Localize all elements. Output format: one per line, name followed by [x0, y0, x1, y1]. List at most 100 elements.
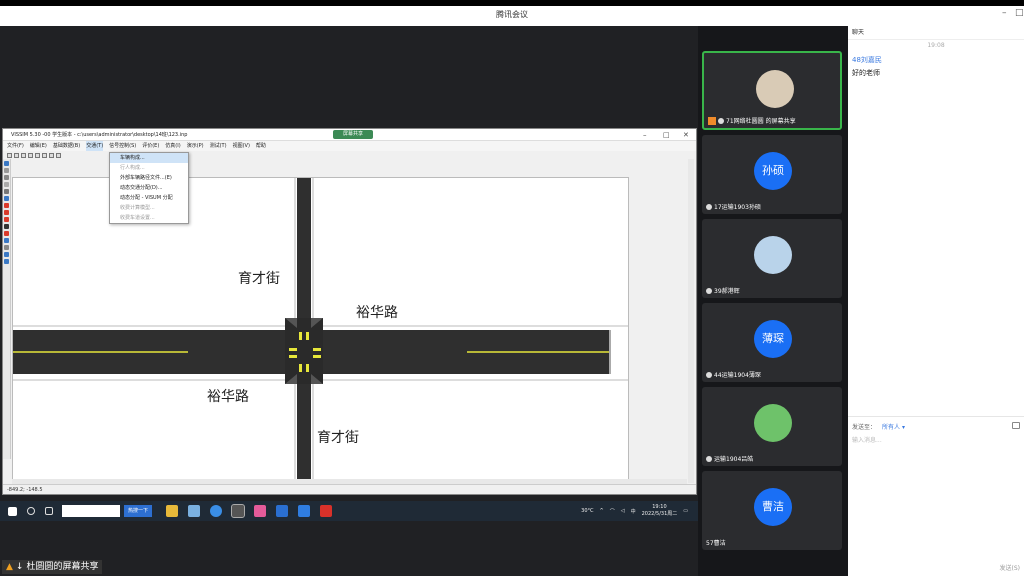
shared-screen-area: VISSIM 5.30 -00 学生版本 - c:\users\administ… [0, 26, 698, 576]
participant-name-row: 运输1904吕皓 [706, 454, 753, 463]
window-title: 腾讯会议 [496, 10, 528, 19]
menu-presentation[interactable]: 演示(P) [187, 141, 204, 151]
participant-tile[interactable]: 孙硕 17运输1903孙硕 [702, 135, 842, 214]
search-icon[interactable] [27, 507, 35, 515]
menu-item-toll-lane[interactable]: 收费车道设置... [110, 213, 188, 223]
participant-name-row: 17运输1903孙硕 [706, 202, 761, 211]
menu-traffic[interactable]: 交通(T) [86, 141, 104, 151]
vissim-toolbar [3, 151, 123, 159]
menu-item-toll-model[interactable]: 收费计算模型... [110, 203, 188, 213]
parking-tool-icon[interactable] [4, 238, 9, 243]
sharer-status-badge: ▲ ↓ 杜圆圆的屏幕共享 [2, 560, 103, 574]
menu-item-visum-assignment[interactable]: 动态分配 - VISUM 分配 [110, 193, 188, 203]
ime-indicator[interactable]: 中 [631, 508, 636, 515]
send-to-label: 发送至： [852, 424, 877, 431]
menu-item-vehicle-composition[interactable]: 车辆构成... [110, 153, 188, 163]
vissim-left-toolbar [3, 159, 11, 459]
message-sender[interactable]: 48刘嘉民 [852, 55, 882, 65]
menu-file[interactable]: 文件(F) [7, 141, 24, 151]
menu-signal[interactable]: 信号控制(S) [109, 141, 136, 151]
rotate-icon[interactable] [56, 152, 61, 158]
transit-tool-icon[interactable] [4, 252, 9, 257]
app-icon[interactable] [254, 505, 267, 517]
file-explorer-icon[interactable] [166, 505, 179, 517]
menu-item-external-route-file[interactable]: 外部车辆路径文件...(E) [110, 173, 188, 183]
edge-browser-icon[interactable] [210, 505, 223, 517]
menu-test[interactable]: 测试(T) [210, 141, 227, 151]
menu-base-data[interactable]: 基础数据(B) [53, 141, 80, 151]
chevron-up-icon[interactable]: ^ [600, 508, 604, 514]
minimize-icon[interactable]: – [1002, 8, 1007, 18]
save-icon[interactable] [21, 152, 26, 158]
vissim-close-icon[interactable]: ✕ [683, 129, 689, 141]
menu-item-pedestrian-composition[interactable]: 行人构成... [110, 163, 188, 173]
vissim-taskbar-icon[interactable] [231, 504, 246, 518]
chevron-down-icon[interactable]: ▾ [902, 424, 905, 431]
participant-tile[interactable]: 曹洁 57曹洁 [702, 471, 842, 550]
tencent-meeting-icon[interactable] [298, 505, 311, 517]
windows-start-icon[interactable] [8, 506, 17, 516]
store-icon[interactable] [188, 505, 201, 517]
meeting-icon[interactable] [276, 505, 289, 517]
send-button[interactable]: 发送(S) [1000, 563, 1021, 572]
hot-search-button[interactable]: 热搜一下 [124, 505, 153, 517]
print-icon[interactable] [35, 152, 40, 158]
priority-tool-icon[interactable] [4, 231, 9, 236]
cursor-coordinates: -849.2; -148.5 [7, 487, 43, 493]
notification-icon[interactable]: ▭ [683, 508, 688, 514]
network-canvas[interactable]: 育才街 裕华路 裕华路 育才街 [12, 177, 629, 482]
participant-tile[interactable]: 薄琛 44运输1904薄琛 [702, 303, 842, 382]
open-file-icon[interactable] [14, 152, 19, 158]
new-file-icon[interactable] [7, 152, 12, 158]
menu-help[interactable]: 帮助 [256, 141, 266, 151]
menu-view[interactable]: 视图(V) [233, 141, 250, 151]
pan-icon[interactable] [49, 152, 54, 158]
detector-tool-icon[interactable] [4, 224, 9, 229]
mic-icon [706, 455, 712, 462]
vissim-titlebar: VISSIM 5.30 -00 学生版本 - c:\users\administ… [3, 129, 696, 141]
chat-panel: 聊天 19:08 48刘嘉民 好的老师 发送至： 所有人 ▾ 输入消息... 发送(… [848, 26, 1024, 576]
connector-tool-icon[interactable] [4, 168, 9, 173]
yield-tool-icon[interactable] [4, 210, 9, 215]
vissim-maximize-icon[interactable]: □ [663, 129, 670, 141]
taskbar-search-input[interactable] [62, 505, 120, 517]
stop-tool-icon[interactable] [4, 203, 9, 208]
network-icon[interactable]: ⌒ [610, 508, 615, 515]
vertical-scrollbar[interactable] [688, 159, 694, 483]
signal-tool-icon[interactable] [4, 196, 9, 201]
participant-tile[interactable]: 运输1904吕皓 [702, 387, 842, 466]
participant-name: 17运输1903孙硕 [714, 204, 761, 211]
menu-simulation[interactable]: 仿真(I) [165, 141, 180, 151]
zoom-icon[interactable] [28, 152, 33, 158]
speed-tool-icon[interactable] [4, 175, 9, 180]
participant-tile[interactable]: 39郝港辉 [702, 219, 842, 298]
volume-icon[interactable]: ◁ [621, 508, 625, 514]
menu-item-dynamic-assignment[interactable]: 动态交通分配(D)... [110, 183, 188, 193]
conflict-tool-icon[interactable] [4, 217, 9, 222]
participant-avatar: 曹洁 [754, 488, 792, 526]
task-view-icon[interactable] [45, 507, 53, 515]
menu-edit[interactable]: 编辑(E) [30, 141, 47, 151]
share-tag: 屏幕共享 [333, 130, 373, 139]
volume-tool-icon[interactable] [4, 189, 9, 194]
send-to-dropdown[interactable]: 所有人 [882, 424, 900, 431]
vissim-minimize-icon[interactable]: – [643, 129, 647, 141]
menu-evaluation[interactable]: 评价(E) [142, 141, 159, 151]
route-tool-icon[interactable] [4, 182, 9, 187]
wps-icon[interactable] [320, 505, 333, 517]
queue-tool-icon[interactable] [4, 245, 9, 250]
participant-video-list: 71网络杜圆圆 的屏幕共享 孙硕 17运输1903孙硕 39郝港辉 薄琛 44运… [698, 26, 848, 576]
participant-share-label: 的屏幕共享 [765, 118, 796, 125]
select-icon[interactable] [42, 152, 47, 158]
mic-icon [706, 287, 712, 294]
road-label-west: 裕华路 [207, 389, 249, 405]
file-icon[interactable] [1012, 422, 1020, 429]
participant-avatar: 薄琛 [754, 320, 792, 358]
maximize-icon[interactable]: □ [1015, 8, 1024, 18]
participant-tile[interactable]: 71网络杜圆圆 的屏幕共享 [702, 51, 842, 130]
system-tray: 30°C ^ ⌒ ◁ 中 19:10 2022/5/31周二 ▭ [581, 504, 688, 518]
pt-line-tool-icon[interactable] [4, 259, 9, 264]
link-tool-icon[interactable] [4, 161, 9, 166]
taskbar-clock[interactable]: 19:10 2022/5/31周二 [642, 504, 678, 518]
chat-message-input[interactable]: 输入消息... [852, 435, 882, 444]
